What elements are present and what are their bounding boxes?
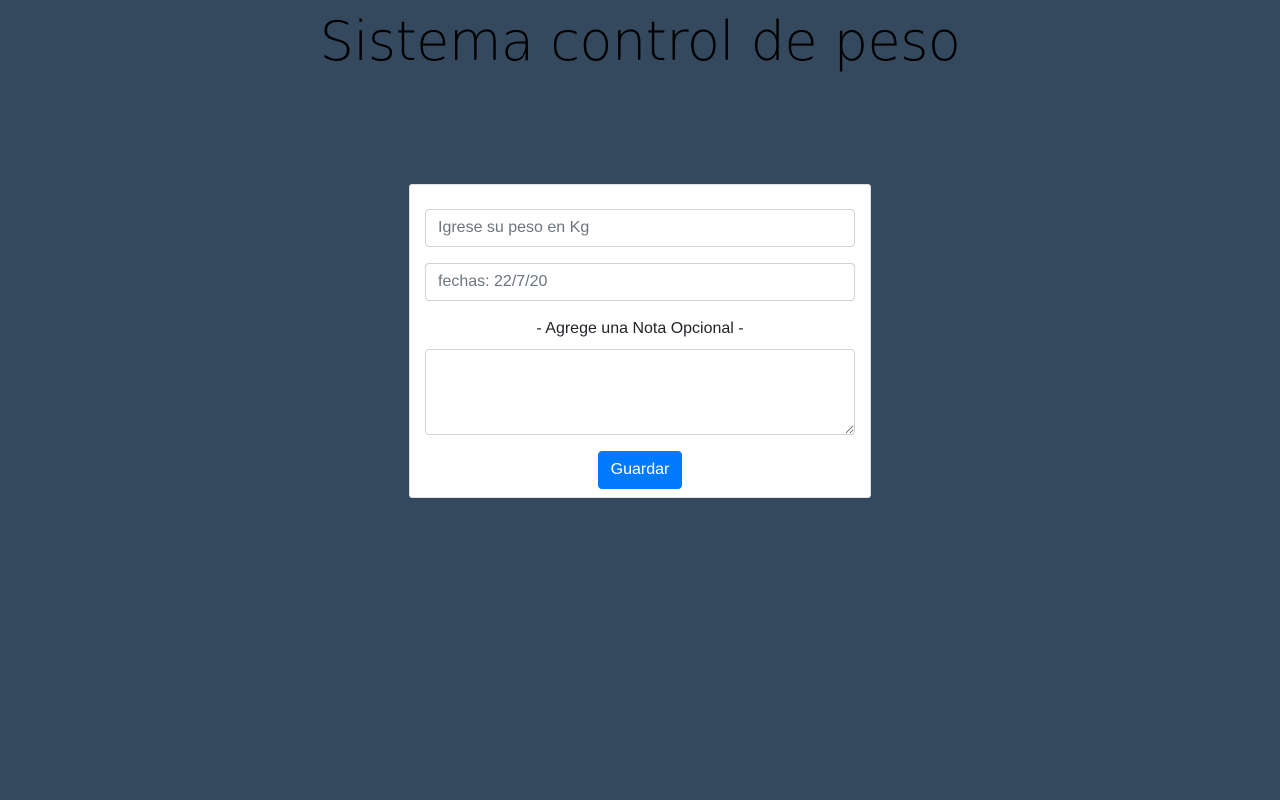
note-label: - Agrege una Nota Opcional -: [536, 320, 744, 337]
page-title: Sistema control de peso: [319, 10, 961, 73]
page: Sistema control de peso - Agrege una Not…: [0, 0, 1280, 800]
note-textarea[interactable]: [425, 349, 855, 435]
weight-input[interactable]: [425, 209, 855, 247]
date-input[interactable]: [425, 263, 855, 301]
weight-form-card: - Agrege una Nota Opcional - Guardar: [409, 184, 871, 498]
save-button[interactable]: Guardar: [598, 451, 682, 489]
